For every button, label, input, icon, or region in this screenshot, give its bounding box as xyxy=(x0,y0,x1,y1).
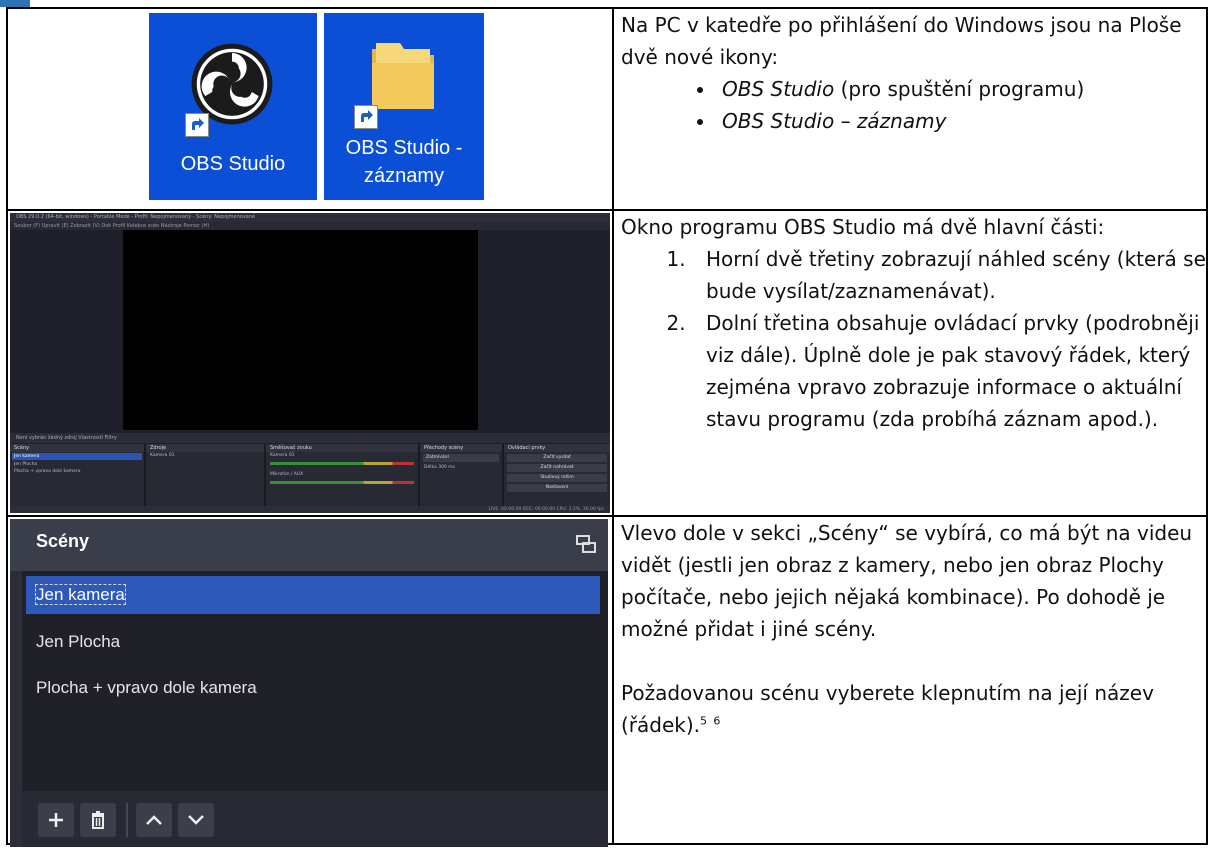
source-toolbar: Není vybrán žádný zdroj Vlastnosti Filtr… xyxy=(10,433,610,443)
icons-cell: OBS Studio OBS Studio - záznamy xyxy=(6,7,614,211)
trash-icon xyxy=(92,811,104,829)
menu-bar[interactable]: Soubor (F) Upravit (E) Zobrazit (V) Dok … xyxy=(10,222,610,230)
start-streaming-button[interactable]: Začít vysílat xyxy=(507,454,607,462)
obs-window: OBS 29.0.2 (64-bit, windows) - Portable … xyxy=(10,213,610,513)
scene-item[interactable]: Jen Plocha xyxy=(10,461,144,468)
studio-mode-button[interactable]: Studiový režim xyxy=(507,474,607,482)
dock-title: Zdroje xyxy=(146,444,264,452)
move-scene-down-button[interactable] xyxy=(178,803,214,837)
status-bar: LIVE: 00:00:00 REC: 00:00:00 CPU: 1.1%, … xyxy=(10,506,610,513)
obs-desktop-shortcut[interactable]: OBS Studio xyxy=(149,13,317,200)
list-item: Horní dvě třetiny zobrazují náhled scény… xyxy=(692,243,1206,307)
dock-title: Přechody scény xyxy=(420,444,502,452)
transitions-dock: Přechody scény Zatmívání Délka 300 ms xyxy=(420,444,504,506)
transition-select[interactable]: Zatmívání xyxy=(423,454,499,462)
parts-list: Horní dvě třetiny zobrazují náhled scény… xyxy=(621,243,1206,435)
icon-list: OBS Studio (pro spuštění programu) OBS S… xyxy=(621,73,1206,137)
intro-text: Okno programu OBS Studio má dvě hlavní č… xyxy=(621,215,1105,239)
scenes-list: Jen kamera Jen Plocha Plocha + vpravo do… xyxy=(22,571,608,791)
dock-title: Ovládací prvky xyxy=(504,444,610,452)
obs-screenshot-cell: OBS 29.0.2 (64-bit, windows) - Portable … xyxy=(6,209,614,517)
list-item: OBS Studio (pro spuštění programu) xyxy=(716,73,1206,105)
audio-mixer-dock: Směšovač zvuku Kamera 01 Mikrofon / AUX xyxy=(266,444,420,506)
text-cell: Okno programu OBS Studio má dvě hlavní č… xyxy=(612,209,1208,517)
list-item: OBS Studio – záznamy xyxy=(716,105,1206,137)
duration-value[interactable]: 300 ms xyxy=(438,465,455,470)
scenes-toolbar xyxy=(22,791,608,847)
scene-item-plocha-kamera[interactable]: Plocha + vpravo dole kamera xyxy=(26,669,600,707)
toolbar-separator xyxy=(126,803,128,837)
table-row: OBS 29.0.2 (64-bit, windows) - Portable … xyxy=(6,209,1208,517)
chevron-up-icon xyxy=(146,815,162,825)
controls-dock: Ovládací prvky Začít vysílat Začít nahrá… xyxy=(504,444,610,506)
intro-text: Na PC v katedře po přihlášení do Windows… xyxy=(621,13,1182,69)
window-title: OBS 29.0.2 (64-bit, windows) - Portable … xyxy=(10,213,610,222)
shortcut-arrow-icon xyxy=(354,105,378,129)
move-scene-up-button[interactable] xyxy=(136,803,172,837)
scenes-screenshot-cell: Scény Jen kamera Jen Plocha Plocha + vpr… xyxy=(6,515,614,847)
dock-title: Scény xyxy=(10,444,144,452)
volume-meter xyxy=(270,462,414,465)
scene-item-jen-kamera[interactable]: Jen kamera xyxy=(26,576,600,614)
source-item[interactable]: Kamera 01 xyxy=(146,452,264,459)
footnote-ref[interactable]: 5 xyxy=(700,714,707,727)
document-table: OBS Studio OBS Studio - záznamy Na PC v … xyxy=(6,7,1208,847)
folder-shortcut-label-line2: záznamy xyxy=(363,165,445,187)
dock-title: Směšovač zvuku xyxy=(266,444,418,452)
scenes-header: Scény xyxy=(10,519,608,571)
chevron-down-icon xyxy=(188,815,204,825)
table-row: OBS Studio OBS Studio - záznamy Na PC v … xyxy=(6,7,1208,211)
folder-shortcut-label-line1: OBS Studio - xyxy=(345,137,463,159)
scene-item[interactable]: Plocha + vpravo dole kamera xyxy=(10,468,144,475)
scenes-title: Scény xyxy=(36,531,90,551)
shortcut-arrow-icon xyxy=(185,113,209,137)
scene-item-jen-plocha[interactable]: Jen Plocha xyxy=(26,623,600,661)
add-scene-button[interactable] xyxy=(38,803,74,837)
text-cell: Na PC v katedře po přihlášení do Windows… xyxy=(612,7,1208,211)
duration-label: Délka xyxy=(424,465,437,470)
scene-preview xyxy=(123,230,478,430)
volume-meter xyxy=(270,481,414,484)
start-recording-button[interactable]: Začít nahrávat xyxy=(507,464,607,472)
text-cell: Vlevo dole v sekci „Scény“ se vybírá, co… xyxy=(612,515,1208,845)
settings-button[interactable]: Nastavení xyxy=(507,484,607,492)
mixer-channel: Kamera 01 xyxy=(270,453,295,458)
remove-scene-button[interactable] xyxy=(80,803,116,837)
plus-icon xyxy=(49,813,63,827)
sources-dock: Zdroje Kamera 01 xyxy=(146,444,266,506)
table-row: Scény Jen kamera Jen Plocha Plocha + vpr… xyxy=(6,515,1208,847)
scenes-instruction: Požadovanou scénu vyberete klepnutím na … xyxy=(621,681,1154,737)
obs-shortcut-label: OBS Studio xyxy=(180,153,286,175)
obs-records-folder-shortcut[interactable]: OBS Studio - záznamy xyxy=(324,13,484,200)
mixer-channel: Mikrofon / AUX xyxy=(270,472,304,477)
scenes-dock: Scény Jen kamera Jen Plocha Plocha + vpr… xyxy=(10,444,146,506)
footnote-ref[interactable]: 6 xyxy=(713,714,720,727)
scenes-panel: Scény Jen kamera Jen Plocha Plocha + vpr… xyxy=(10,519,608,847)
heading-accent xyxy=(0,0,30,7)
undock-icon[interactable] xyxy=(576,535,596,553)
folder-icon xyxy=(372,43,434,109)
scene-item[interactable]: Jen kamera xyxy=(12,453,142,460)
list-item: Dolní třetina obsahuje ovládací prvky (p… xyxy=(692,307,1206,435)
scenes-description: Vlevo dole v sekci „Scény“ se vybírá, co… xyxy=(621,521,1193,641)
